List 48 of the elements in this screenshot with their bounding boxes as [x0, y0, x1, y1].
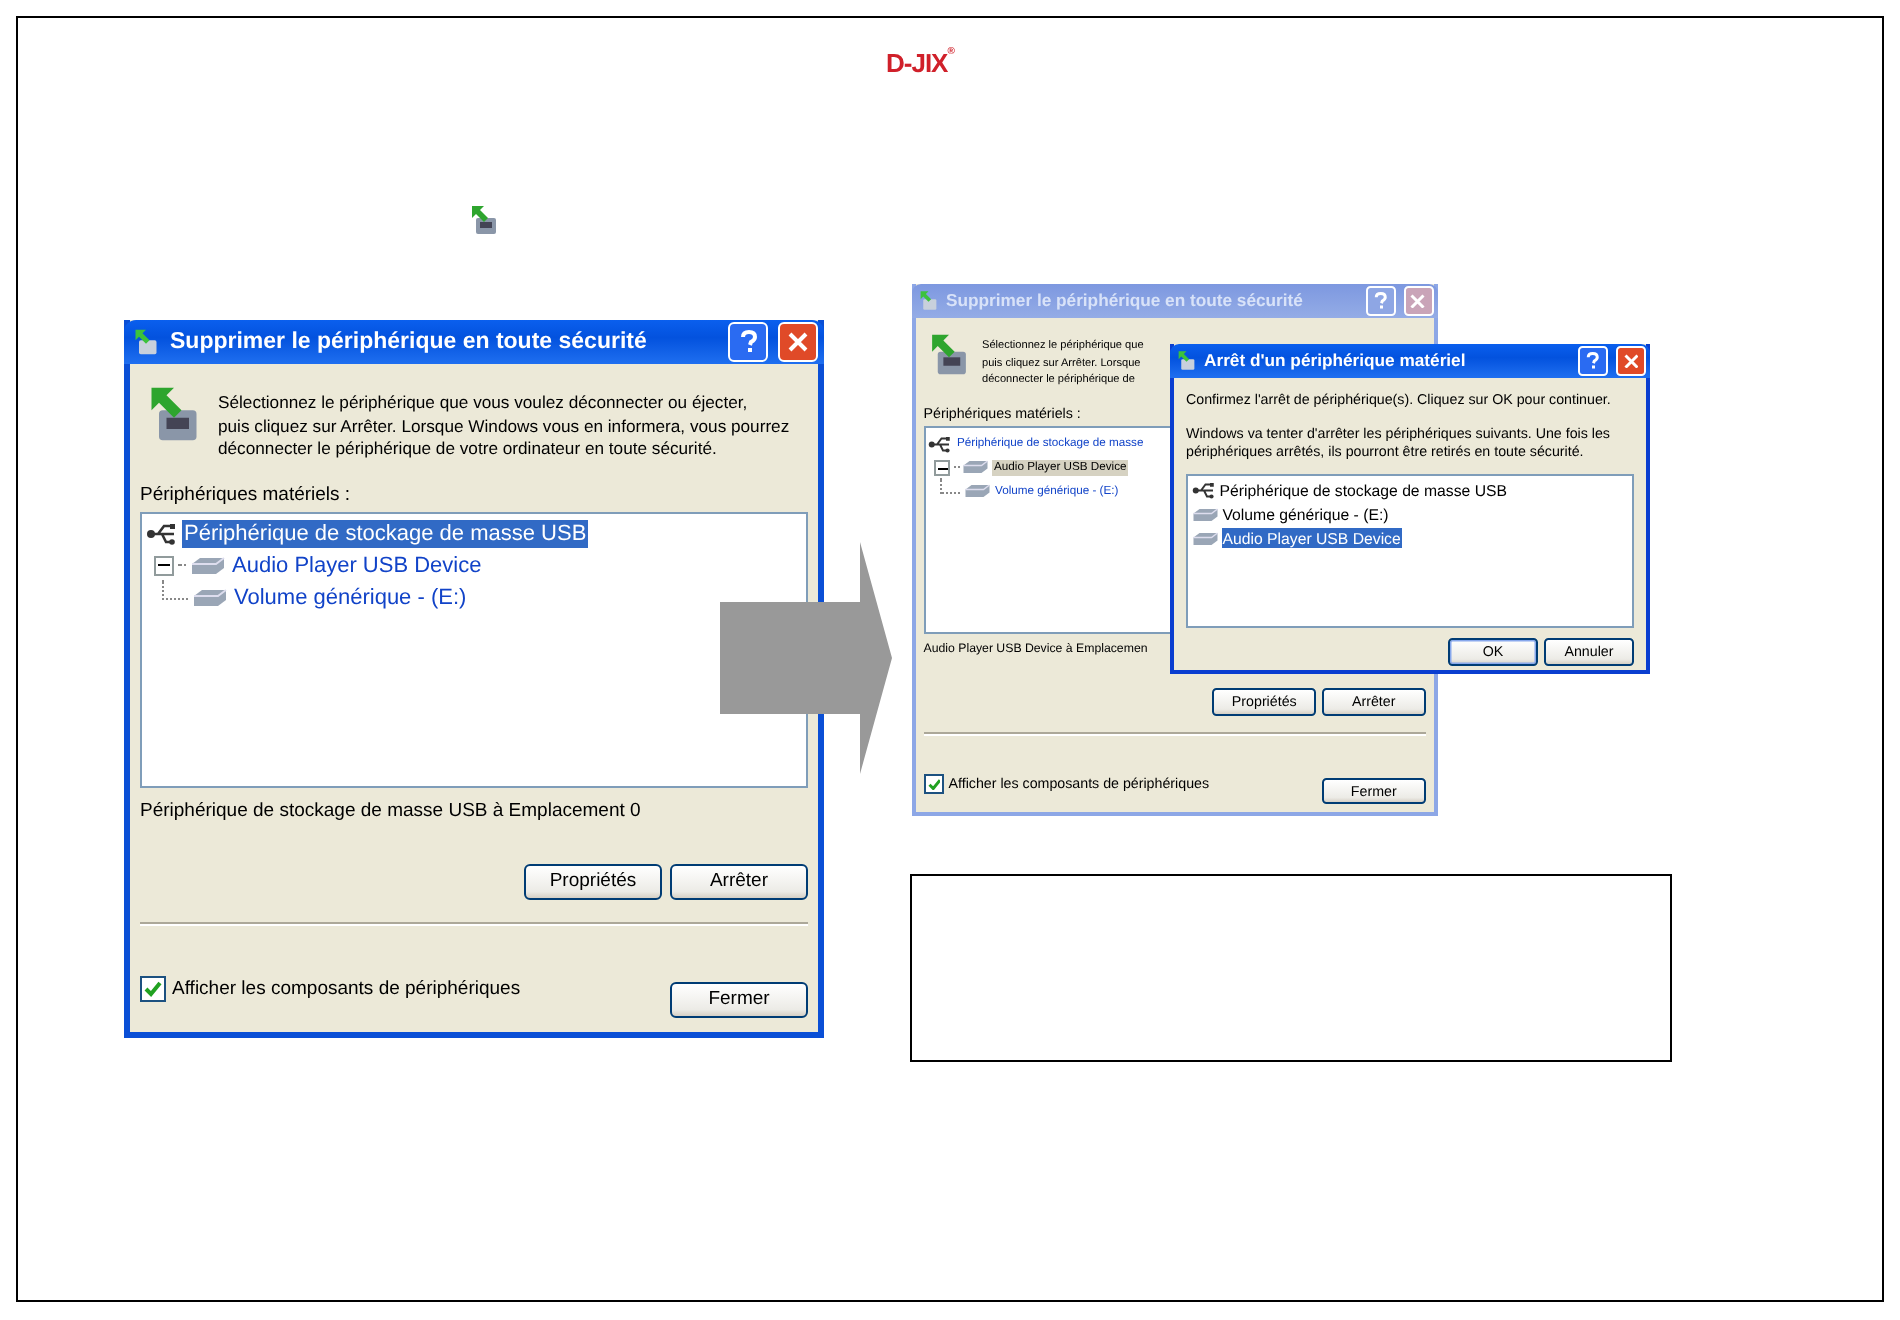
window-title: Supprimer le périphérique en toute sécurité	[946, 290, 1305, 311]
tree-item[interactable]: Périphérique de stockage de masse USB	[182, 519, 589, 547]
close-button[interactable]	[778, 322, 818, 362]
drive-icon	[1191, 529, 1218, 547]
help-button[interactable]	[728, 322, 768, 362]
usb-icon	[146, 519, 178, 547]
drive-icon	[962, 458, 990, 477]
help-button[interactable]	[1578, 345, 1609, 376]
tree-item[interactable]: Volume générique - (E:)	[232, 583, 469, 611]
device-arrow-icon	[1175, 350, 1197, 371]
device-arrow-icon	[132, 328, 160, 356]
instruction-text: Sélectionnez le périphérique que vous voulez déconnecter ou éjecter, puis cliquez sur Arrêter. Lorsque Windows vous en informera, vous pourrez déconnecter le périphérique de votre ordinateur en toute sécurité.	[218, 392, 790, 461]
close-button[interactable]	[1403, 285, 1433, 316]
expander-toggle[interactable]	[934, 459, 951, 476]
window-title: Arrêt d'un périphérique matériel	[1204, 350, 1468, 371]
close-dialog-button[interactable]: Fermer	[670, 981, 808, 1017]
right-arrow-icon	[720, 538, 892, 778]
brand-logo: D-JIX$^{®}$	[886, 48, 954, 78]
close-icon	[788, 332, 808, 352]
tree-item[interactable]: Audio Player USB Device	[230, 551, 484, 579]
device-arrow-icon	[470, 204, 498, 236]
drive-icon	[1191, 505, 1218, 523]
window-title: Supprimer le périphérique en toute sécurité	[170, 330, 649, 354]
checkmark-icon	[144, 980, 162, 998]
status-text: Périphérique de stockage de masse USB à Emplacement 0	[140, 799, 643, 821]
checkmark-icon	[927, 777, 941, 791]
help-icon	[1586, 351, 1601, 370]
help-button[interactable]	[1365, 285, 1396, 316]
drive-icon	[192, 585, 228, 609]
close-icon	[1623, 353, 1639, 368]
checkbox[interactable]	[140, 976, 166, 1002]
dialog-button[interactable]: Propriétés	[524, 863, 662, 899]
close-button[interactable]	[1616, 345, 1646, 376]
checkbox[interactable]	[923, 773, 944, 794]
device-arrow-icon	[146, 384, 202, 444]
usb-icon	[1191, 479, 1215, 501]
close-icon	[1410, 293, 1426, 308]
checkbox-label: Afficher les composants de périphériques	[172, 978, 521, 1000]
dialog-button[interactable]: Arrêter	[670, 863, 808, 899]
help-icon	[1373, 291, 1388, 310]
drive-icon	[963, 482, 991, 501]
device-arrow-icon	[917, 290, 939, 311]
help-icon	[739, 330, 757, 354]
usb-icon	[928, 433, 953, 455]
device-arrow-icon	[928, 332, 970, 377]
drive-icon	[190, 553, 226, 577]
expander-toggle[interactable]	[154, 555, 174, 575]
list-label: Périphériques matériels :	[140, 483, 353, 505]
